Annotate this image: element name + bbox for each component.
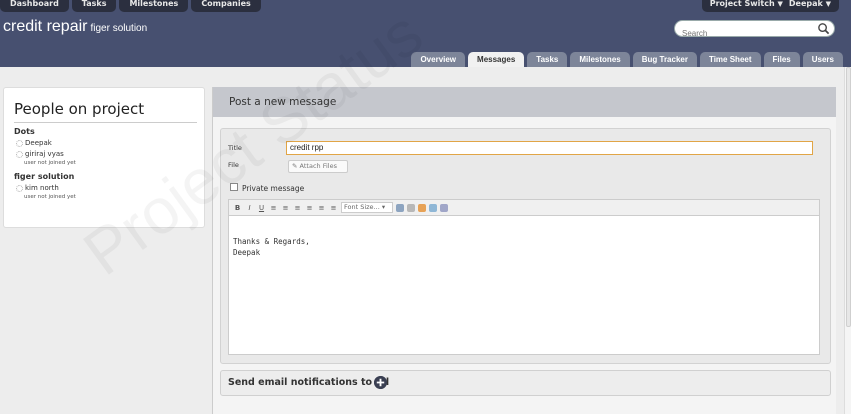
page-scrollbar[interactable] (844, 67, 851, 414)
main-content: Post a new message Title credit rpp File… (212, 87, 836, 414)
project-tabs: Overview Messages Tasks Milestones Bug T… (411, 52, 843, 67)
project-switch-button[interactable]: Project Switch ▼ (710, 0, 783, 12)
top-right-menu: Project Switch ▼ Deepak ▼ (701, 0, 839, 12)
chevron-down-icon: ▼ (825, 0, 831, 8)
person-name: Deepak (25, 139, 52, 147)
underline-button[interactable]: U (257, 204, 266, 212)
plus-circle-icon[interactable] (374, 376, 387, 389)
title-label: Title (228, 144, 242, 152)
bold-button[interactable]: B (233, 204, 242, 212)
group-name: Dots (14, 127, 35, 136)
user-menu-button[interactable]: Deepak ▼ (789, 0, 831, 12)
ordered-list-icon[interactable]: ≡ (317, 204, 326, 212)
person-status-icon (16, 139, 23, 147)
tab-milestones[interactable]: Milestones (570, 52, 630, 67)
section-heading: Post a new message (213, 87, 836, 117)
tab-bug-tracker[interactable]: Bug Tracker (632, 52, 697, 67)
title-input[interactable]: credit rpp (286, 141, 813, 155)
attach-files-button[interactable]: ✎ Attach Files (288, 160, 348, 173)
unlink-icon[interactable] (407, 203, 415, 212)
person-item[interactable]: giriraj vyas (16, 150, 204, 158)
editor-body[interactable]: Thanks & Regards, Deepak (229, 216, 819, 258)
private-message-checkbox[interactable] (230, 183, 238, 191)
top-nav-tasks[interactable]: Tasks (71, 0, 117, 12)
project-name: credit repair (3, 18, 88, 35)
person-name: kim north (25, 184, 59, 192)
top-nav-dashboard[interactable]: Dashboard (0, 0, 69, 12)
message-form: Title credit rpp File ✎ Attach Files Pri… (220, 128, 831, 364)
person-note: user not joined yet (24, 194, 76, 200)
media-icon[interactable] (429, 203, 437, 212)
search-icon[interactable] (817, 22, 830, 35)
tab-users[interactable]: Users (802, 52, 843, 67)
search-box (674, 20, 835, 41)
person-status-icon (16, 184, 23, 192)
project-switch-label: Project Switch (709, 0, 775, 8)
user-name-label: Deepak (788, 0, 823, 8)
tab-tasks[interactable]: Tasks (527, 52, 568, 67)
person-status-icon (16, 150, 23, 158)
person-item[interactable]: kim north (16, 184, 204, 192)
link-icon[interactable] (396, 203, 404, 212)
chevron-down-icon: ▼ (777, 0, 783, 8)
people-panel: People on project Dots Deepak giriraj vy… (3, 87, 205, 228)
align-left-icon[interactable]: ≡ (269, 204, 278, 212)
private-message-label: Private message (242, 184, 305, 193)
divider (14, 122, 197, 123)
paperclip-icon: ✎ (292, 162, 298, 170)
editor-toolbar: B I U ≡ ≡ ≡ ≡ ≡ ≡ Font Size... ▾ (229, 200, 819, 216)
search-input[interactable] (675, 26, 815, 41)
page-title: credit repair figer solution (3, 18, 147, 36)
message-body-text: Thanks & Regards, Deepak (233, 237, 310, 257)
tab-overview[interactable]: Overview (411, 52, 466, 67)
header-bar: Dashboard Tasks Milestones Companies Pro… (0, 0, 851, 67)
font-size-value: Font Size... (344, 203, 380, 211)
person-note: user not joined yet (24, 160, 76, 166)
file-label: File (228, 161, 239, 169)
top-nav: Dashboard Tasks Milestones Companies (0, 0, 261, 12)
tab-files[interactable]: Files (763, 52, 800, 67)
attach-files-label: Attach Files (299, 162, 337, 170)
scrollbar-thumb[interactable] (846, 67, 851, 327)
code-icon[interactable] (440, 203, 448, 212)
project-company: figer solution (90, 23, 148, 34)
unordered-list-icon[interactable]: ≡ (329, 204, 338, 212)
italic-button[interactable]: I (245, 204, 254, 212)
person-item[interactable]: Deepak (16, 139, 204, 147)
tab-messages[interactable]: Messages (468, 52, 525, 67)
tab-time-sheet[interactable]: Time Sheet (699, 52, 761, 67)
align-justify-icon[interactable]: ≡ (305, 204, 314, 212)
people-panel-title: People on project (14, 100, 145, 118)
person-name: giriraj vyas (25, 150, 64, 158)
align-right-icon[interactable]: ≡ (293, 204, 302, 212)
top-nav-milestones[interactable]: Milestones (119, 0, 189, 12)
top-nav-companies[interactable]: Companies (191, 0, 261, 12)
image-icon[interactable] (418, 203, 426, 212)
align-center-icon[interactable]: ≡ (281, 204, 290, 212)
font-size-select[interactable]: Font Size... ▾ (341, 202, 393, 213)
rich-text-editor: B I U ≡ ≡ ≡ ≡ ≡ ≡ Font Size... ▾ Thanks … (228, 199, 820, 355)
group-name: figer solution (14, 172, 75, 181)
email-notifications-label: Send email notifications to All (228, 377, 390, 388)
email-notifications-toggle[interactable]: Send email notifications to All (220, 370, 831, 396)
